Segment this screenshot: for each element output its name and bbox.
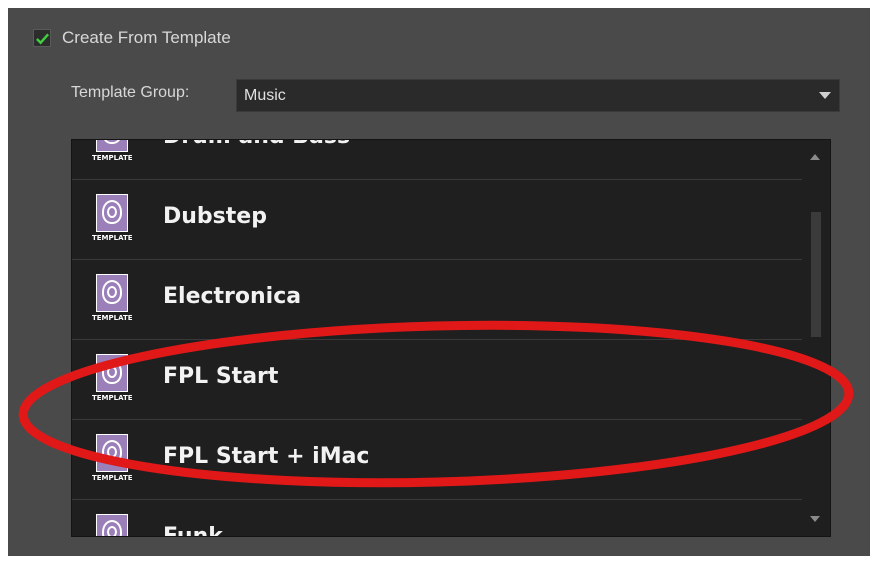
template-icon: TEMPLATE xyxy=(92,354,134,406)
template-icon: TEMPLATE xyxy=(92,194,134,246)
template-icon: TEMPLATE xyxy=(92,140,134,166)
scroll-down-icon[interactable] xyxy=(810,516,820,522)
list-item[interactable]: TEMPLATE Dubstep xyxy=(72,180,802,260)
template-icon: TEMPLATE xyxy=(92,514,134,536)
list-item-label: Electronica xyxy=(163,284,302,309)
template-list[interactable]: TEMPLATE Drum and Bass TEMPLATE Dubstep … xyxy=(71,139,831,537)
list-item-label: FPL Start + iMac xyxy=(163,444,370,469)
list-item-label: FPL Start xyxy=(163,364,279,389)
list-item[interactable]: TEMPLATE Funk xyxy=(72,500,802,537)
create-from-template-label: Create From Template xyxy=(62,28,231,47)
template-group-label: Template Group: xyxy=(71,84,190,101)
scroll-up-icon[interactable] xyxy=(810,154,820,160)
create-from-template-checkbox[interactable] xyxy=(33,29,51,47)
list-item[interactable]: TEMPLATE Electronica xyxy=(72,260,802,340)
list-item-label: Dubstep xyxy=(163,204,267,229)
create-from-template-row[interactable]: Create From Template xyxy=(33,27,231,49)
template-group-value: Music xyxy=(244,87,286,104)
chevron-down-icon[interactable] xyxy=(819,92,831,99)
template-group-select[interactable]: Music xyxy=(236,79,840,112)
list-scrollbar[interactable] xyxy=(802,140,830,536)
scroll-thumb[interactable] xyxy=(811,212,821,337)
list-item[interactable]: TEMPLATE Drum and Bass xyxy=(72,140,802,180)
template-panel: Create From Template Template Group: Mus… xyxy=(8,8,870,556)
template-list-items: TEMPLATE Drum and Bass TEMPLATE Dubstep … xyxy=(72,140,802,537)
template-icon: TEMPLATE xyxy=(92,274,134,326)
list-item-label: Drum and Bass xyxy=(163,140,350,149)
list-item[interactable]: TEMPLATE FPL Start + iMac xyxy=(72,420,802,500)
list-item-label: Funk xyxy=(163,524,223,537)
list-item[interactable]: TEMPLATE FPL Start xyxy=(72,340,802,420)
checkmark-icon xyxy=(35,32,49,44)
template-icon: TEMPLATE xyxy=(92,434,134,486)
